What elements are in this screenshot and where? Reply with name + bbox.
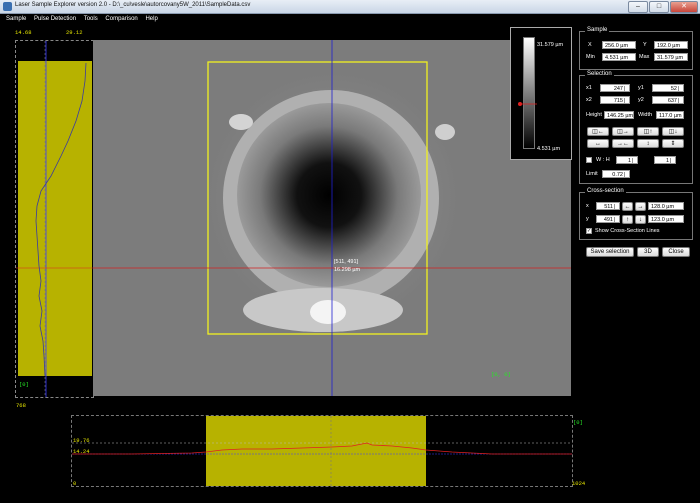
sample-image[interactable]: [511, 491] 16.298 µm [0, 0] — [93, 40, 571, 396]
expand-left-button[interactable]: ◫← — [587, 127, 609, 136]
sample-max-field[interactable]: 31.579 µm — [654, 53, 688, 61]
horizontal-profile-plot — [72, 416, 572, 486]
menu-tools[interactable]: Tools — [84, 14, 98, 24]
y1-spinner[interactable]: 52 — [652, 84, 684, 92]
sample-x-label: X — [588, 42, 592, 48]
minimize-button[interactable]: – — [628, 1, 648, 13]
hprofile-index-label: [0] — [573, 419, 583, 426]
hprofile-high-label: 19.76 — [73, 437, 90, 444]
menu-pulse-detection[interactable]: Pulse Detection — [34, 14, 76, 24]
cross-section-panel: Cross-section x 511 ← → 128.0 µm y 491 ↑… — [579, 188, 693, 240]
cs-x-label: x — [586, 203, 589, 209]
shrink-left-button[interactable]: →← — [612, 139, 634, 148]
shrink-horizontal-button[interactable]: ↔ — [587, 139, 609, 148]
x2-spinner[interactable]: 715 — [600, 96, 630, 104]
vprofile-min-label: 14.68 — [15, 29, 32, 36]
maximize-button[interactable]: □ — [649, 1, 669, 13]
legend-min-label: 4.531 µm — [537, 146, 561, 152]
menu-comparison[interactable]: Comparison — [105, 14, 137, 24]
hprofile-low-label: 14.24 — [73, 448, 90, 455]
x1-label: x1 — [586, 85, 592, 91]
expand-down-button[interactable]: ◫↓ — [662, 127, 684, 136]
crosshair-coord-label: [511, 491] — [334, 259, 359, 265]
wh-height-spinner[interactable]: 1 — [654, 156, 676, 164]
crosshair-value-label: 16.298 µm — [334, 267, 361, 273]
close-button[interactable]: Close — [662, 247, 690, 257]
limit-spinner[interactable]: 0.72 — [602, 170, 630, 178]
wh-width-spinner[interactable]: 1 — [616, 156, 638, 164]
expand-up-button[interactable]: ◫↑ — [637, 127, 659, 136]
show-cross-section-checkbox[interactable]: ✓ — [586, 228, 592, 234]
sample-min-field[interactable]: 4.531 µm — [602, 53, 636, 61]
y2-label: y2 — [638, 97, 644, 103]
app-icon — [3, 2, 12, 11]
color-legend: 31.579 µm 4.531 µm — [510, 27, 572, 160]
shrink-vertical-inward-button[interactable]: ⇕ — [662, 139, 684, 148]
cs-x-um-field[interactable]: 128.0 µm — [648, 202, 684, 210]
menu-help[interactable]: Help — [145, 14, 157, 24]
menu-bar: Sample Pulse Detection Tools Comparison … — [0, 14, 700, 24]
sample-min-label: Min — [586, 54, 595, 60]
wh-label: W : H — [596, 157, 610, 163]
legend-gradient — [523, 37, 535, 149]
close-window-button[interactable]: ✕ — [670, 1, 698, 13]
origin-label: [0, 0] — [491, 371, 511, 378]
vertical-profile: [0] — [15, 40, 94, 398]
width-label: Width — [638, 112, 653, 118]
legend-max-label: 31.579 µm — [537, 42, 564, 48]
sample-image-canvas[interactable] — [93, 40, 571, 396]
cs-y-down-button[interactable]: ↓ — [635, 215, 646, 224]
sample-y-field[interactable]: 192.0 µm — [654, 41, 688, 49]
hprofile-start-label: 0 — [73, 480, 77, 487]
cs-y-up-button[interactable]: ↑ — [622, 215, 633, 224]
height-field[interactable]: 146.25 µm — [604, 111, 634, 119]
window-controls: – □ ✕ — [628, 1, 698, 13]
cs-x-spinner[interactable]: 511 — [596, 202, 620, 210]
save-selection-button[interactable]: Save selection — [586, 247, 634, 257]
selection-panel-title: Selection — [585, 71, 614, 77]
title-bar: Laser Sample Explorer version 2.0 - D:\_… — [0, 0, 700, 14]
cs-x-right-button[interactable]: → — [635, 202, 646, 211]
x1-spinner[interactable]: 247 — [600, 84, 630, 92]
cs-x-left-button[interactable]: ← — [622, 202, 633, 211]
selection-panel: Selection x1 247 y1 52 x2 715 y2 637 Hei… — [579, 71, 693, 184]
sample-panel: Sample X 256.0 µm Y 192.0 µm Min 4.531 µ… — [579, 27, 693, 70]
cs-y-um-field[interactable]: 123.0 µm — [648, 215, 684, 223]
vprofile-max-label: 29.12 — [66, 29, 83, 36]
menu-sample[interactable]: Sample — [6, 14, 26, 24]
window-title: Laser Sample Explorer version 2.0 - D:\_… — [15, 2, 251, 8]
sample-x-field[interactable]: 256.0 µm — [602, 41, 636, 49]
x2-label: x2 — [586, 97, 592, 103]
3d-button[interactable]: 3D — [637, 247, 659, 257]
limit-label: Limit — [586, 171, 598, 177]
vprofile-end-label: 768 — [16, 402, 26, 409]
y1-label: y1 — [638, 85, 644, 91]
sample-y-label: Y — [643, 42, 647, 48]
width-field[interactable]: 117.0 µm — [656, 111, 684, 119]
cs-y-label: y — [586, 216, 589, 222]
y2-spinner[interactable]: 637 — [652, 96, 684, 104]
cs-y-spinner[interactable]: 491 — [596, 215, 620, 223]
expand-horizontal-button[interactable]: ◫→ — [612, 127, 634, 136]
sample-panel-title: Sample — [585, 27, 610, 33]
hprofile-end-label: 1024 — [572, 480, 586, 487]
legend-marker-icon — [518, 102, 537, 106]
shrink-vertical-button[interactable]: ↕ — [637, 139, 659, 148]
aspect-ratio-checkbox[interactable] — [586, 157, 592, 163]
show-cross-section-label: Show Cross-Section Lines — [595, 228, 660, 234]
sample-max-label: Max — [639, 54, 650, 60]
cross-section-panel-title: Cross-section — [585, 188, 626, 194]
horizontal-profile: [0] — [71, 415, 583, 487]
height-label: Height — [586, 112, 602, 118]
vprofile-index-label: [0] — [19, 381, 29, 388]
vertical-profile-plot — [16, 41, 93, 397]
